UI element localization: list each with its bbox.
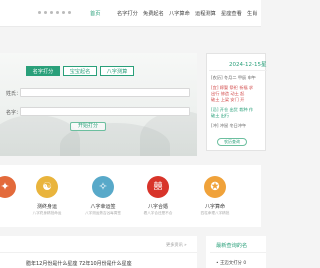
feature-lucky-draw[interactable]: ✧ 八字幸运签 八字测运势吉凶每周签 <box>78 173 128 223</box>
feature-name: 测终身运 <box>36 204 57 210</box>
news-item[interactable]: 腊年12月份是什么星座 72年10月份是什么星座 <box>26 260 132 267</box>
news-panel: 更多资讯 » 腊年12月份是什么星座 72年10月份是什么星座 <box>0 236 197 268</box>
divider <box>0 252 197 253</box>
feature-name: 八字算命 <box>204 204 225 210</box>
feature-desc: 八字测运势吉凶每周签 <box>85 211 121 215</box>
feature-name: 八字幸运签 <box>90 204 116 210</box>
divider <box>209 70 267 71</box>
feature-lifetime-fortune[interactable]: ☯ 测终身运 八字终身精批命运 <box>22 173 72 223</box>
feature-row: ✦ ☯ 测终身运 八字终身精批命运 ✧ 八字幸运签 八字测运势吉凶每周签 囍 八… <box>0 165 261 227</box>
recent-names-title: 最新查询的名 <box>216 243 248 249</box>
nav-zodiac[interactable]: 生肖 <box>247 10 257 17</box>
name-input[interactable] <box>20 107 190 116</box>
recent-names-panel: 最新查询的名 • 王迈文打分 0 <box>206 236 266 268</box>
divider <box>210 252 266 253</box>
form-tabs: 名字打分 宝宝起名 八字测算 <box>26 66 134 76</box>
nav-horoscope[interactable]: 星座查看 <box>221 10 242 17</box>
lunar-line: [农历] 冬月二 甲辰 申午 <box>211 75 256 80</box>
feature-desc: 八字终身精批命运 <box>32 211 62 215</box>
tab-bazi-test[interactable]: 八字测算 <box>100 66 134 76</box>
tab-baby-naming[interactable]: 宝宝起名 <box>63 66 97 76</box>
nav-free-naming[interactable]: 免费起名 <box>143 10 164 17</box>
more-news-link[interactable]: 更多资讯 » <box>166 242 187 248</box>
clash-line: [冲] 冲鼠 冬日冲午 <box>211 123 247 128</box>
nav-fortune[interactable]: 运程测算 <box>195 10 216 17</box>
nav-home[interactable]: 首页 <box>90 10 100 17</box>
nav-bazi[interactable]: 八字算命 <box>169 10 190 17</box>
name-label: 名字： <box>6 110 22 116</box>
feature-desc: 四柱命理八字精批 <box>200 211 230 215</box>
feature-desc: 看八字合还是不合 <box>143 211 173 215</box>
lunar-query-button[interactable]: 农历查询 <box>217 138 247 146</box>
calendar-card: 2024-12-15星 [农历] 冬月二 甲辰 申午 [宜] 嫁娶 祭祀 祈福 … <box>206 53 267 151</box>
suitable-line-3: 破土 上梁 安门 开 <box>211 97 245 102</box>
nav-name-score[interactable]: 名字打分 <box>117 10 138 17</box>
hero-banner: 名字打分 宝宝起名 八字测算 姓氏： 名字： <box>0 53 197 156</box>
feature-bazi[interactable]: ✪ 八字算命 四柱命理八字精批 <box>190 173 240 223</box>
calendar-date: 2024-12-15星 <box>229 62 267 68</box>
surname-label: 姓氏： <box>6 91 22 97</box>
logo-placeholder <box>38 11 74 15</box>
recent-name-item[interactable]: • 王迈文打分 0 <box>216 260 246 266</box>
surname-input[interactable] <box>20 88 190 97</box>
feature-name: 八字合婚 <box>147 204 168 210</box>
top-nav: 首页 名字打分 免费起名 八字算命 运程测算 星座查看 生肖 <box>0 0 261 27</box>
feature-marriage[interactable]: 囍 八字合婚 看八字合还是不合 <box>133 173 183 223</box>
avoid-line-2: 破土 出行 <box>211 113 230 118</box>
tab-name-score[interactable]: 名字打分 <box>26 66 60 76</box>
start-score-button[interactable]: 开始打分 <box>70 122 106 131</box>
